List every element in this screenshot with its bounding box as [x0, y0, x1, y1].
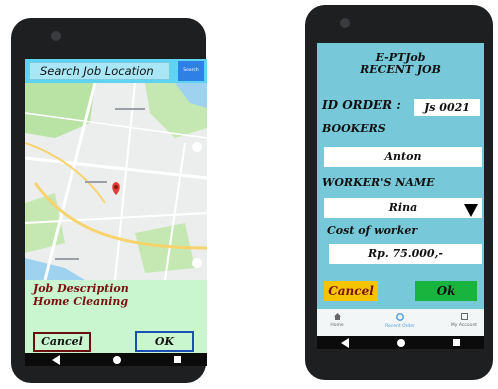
job-description: Job Description Home Cleaning: [33, 282, 129, 308]
cost-value: Rp. 75.000,-: [329, 244, 482, 264]
left-screen: Search Job Location Search Job Descripti…: [25, 59, 207, 353]
search-button[interactable]: Search: [178, 61, 204, 81]
worker-name-label: WORKER'S NAME: [322, 176, 435, 189]
search-location-input[interactable]: Search Job Location: [29, 62, 170, 80]
home-icon: [333, 313, 341, 320]
job-description-value: Home Cleaning: [33, 295, 129, 308]
recents-icon[interactable]: [173, 356, 181, 363]
map-graphic: [25, 82, 207, 281]
right-screen: E-PTJob RECENT JOB ID ORDER : Js 0021 BO…: [317, 43, 484, 336]
nav-label-home: Home: [330, 323, 344, 328]
back-icon[interactable]: [341, 337, 349, 348]
recent-order-icon: [396, 313, 404, 321]
id-order-value: Js 0021: [414, 99, 480, 116]
job-description-title: Job Description: [33, 282, 129, 295]
nav-label-recent-order: Recent Order: [385, 324, 415, 329]
nav-item-home[interactable]: Home: [322, 313, 352, 328]
front-camera: [51, 31, 61, 41]
home-system-icon[interactable]: [397, 338, 405, 347]
home-system-icon[interactable]: [112, 355, 121, 364]
ok-button[interactable]: Ok: [415, 281, 477, 301]
cancel-button[interactable]: Cancel: [324, 281, 378, 301]
front-camera: [340, 18, 350, 28]
bookers-value: Anton: [324, 147, 482, 167]
left-phone: Search Job Location Search Job Descripti…: [11, 18, 207, 383]
right-phone: E-PTJob RECENT JOB ID ORDER : Js 0021 BO…: [305, 5, 493, 380]
search-bar: Search Job Location Search: [25, 59, 207, 83]
dropdown-arrow-icon[interactable]: [464, 204, 478, 217]
map-control-icon[interactable]: [192, 142, 202, 152]
worker-name-select[interactable]: Rina: [324, 198, 482, 218]
bookers-label: BOOKERS: [322, 122, 386, 135]
nav-label-my-account: My Account: [450, 323, 478, 328]
cost-label: Cost of worker: [327, 224, 418, 237]
page-title: RECENT JOB: [360, 63, 441, 76]
worker-name-value: Rina: [388, 201, 418, 214]
map-view[interactable]: [25, 82, 207, 281]
nav-item-my-account[interactable]: My Account: [447, 313, 481, 328]
map-control-icon[interactable]: [192, 258, 202, 268]
recents-icon[interactable]: [453, 339, 460, 346]
cancel-button[interactable]: Cancel: [33, 332, 91, 352]
system-nav-bar: [25, 353, 207, 366]
nav-item-recent-order[interactable]: Recent Order: [379, 313, 421, 329]
back-icon[interactable]: [51, 354, 60, 365]
account-icon: [460, 313, 468, 320]
id-order-label: ID ORDER :: [322, 98, 401, 112]
bottom-navigation: Home Recent Order My Account: [317, 309, 484, 336]
ok-button[interactable]: OK: [135, 331, 194, 352]
system-nav-bar: [317, 336, 484, 349]
